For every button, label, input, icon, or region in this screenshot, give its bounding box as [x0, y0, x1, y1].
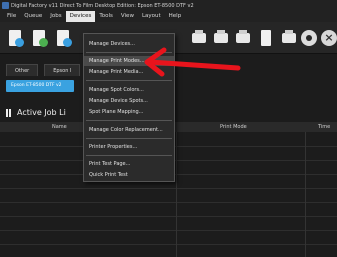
menu-item-printer-properties[interactable]: Printer Properties... [84, 142, 174, 152]
print-icon[interactable] [190, 29, 208, 47]
column-divider [305, 132, 306, 257]
column-header-name[interactable]: Name [52, 122, 67, 132]
column-divider [176, 132, 177, 257]
table-row [0, 216, 337, 217]
menu-layout[interactable]: Layout [138, 11, 165, 22]
printer-tab[interactable]: Epson ET-8500 DTF v2 [6, 80, 74, 92]
title-bar: Digital Factory v11 Direct To Film Deskt… [0, 0, 337, 11]
menu-item-manage-print-modes[interactable]: Manage Print Modes... [84, 56, 174, 66]
device-icon[interactable] [258, 29, 276, 47]
column-header-print-mode[interactable]: Print Mode [220, 122, 247, 132]
menu-help[interactable]: Help [165, 11, 186, 22]
settings-icon[interactable] [280, 29, 298, 47]
menu-separator [86, 155, 172, 156]
active-job-list-header: Active Job Li [6, 108, 66, 117]
menu-item-manage-devices[interactable]: Manage Devices... [84, 39, 174, 49]
menu-item-print-test-page[interactable]: Print Test Page... [84, 159, 174, 169]
menu-tools[interactable]: Tools [95, 11, 117, 22]
menu-jobs[interactable]: Jobs [46, 11, 65, 22]
section-title: Active Job Li [17, 108, 66, 117]
menu-separator [86, 120, 172, 121]
menu-separator [86, 138, 172, 139]
table-row [0, 202, 337, 203]
menu-view[interactable]: View [117, 11, 138, 22]
menu-item-manage-spot-colors[interactable]: Manage Spot Colors... [84, 85, 174, 95]
tab-epson[interactable]: Epson I [44, 64, 81, 76]
pause-icon[interactable] [6, 108, 11, 117]
cancel-icon[interactable]: × [320, 29, 337, 47]
menu-item-manage-print-media[interactable]: Manage Print Media... [84, 67, 174, 77]
save-icon[interactable] [212, 29, 230, 47]
settings-icon[interactable] [300, 29, 318, 47]
tab-strip: Other Epson I [0, 64, 81, 78]
menu-item-spot-plane-mapping[interactable]: Spot Plane Mapping... [84, 107, 174, 117]
devices-menu: Manage Devices... Manage Print Modes... … [83, 33, 175, 182]
window-title: Digital Factory v11 Direct To Film Deskt… [11, 2, 194, 9]
menu-devices[interactable]: Devices [65, 11, 96, 22]
tab-other[interactable]: Other [6, 64, 39, 76]
menu-bar: File Queue Jobs Devices Tools View Layou… [0, 11, 337, 22]
menu-item-manage-device-spots[interactable]: Manage Device Spots... [84, 96, 174, 106]
add-file-icon[interactable] [54, 29, 72, 47]
menu-separator [86, 52, 172, 53]
table-row [0, 188, 337, 189]
printer-icon[interactable] [234, 29, 252, 47]
app-logo-icon [2, 2, 9, 9]
menu-queue[interactable]: Queue [20, 11, 46, 22]
menu-separator [86, 80, 172, 81]
table-row [0, 230, 337, 231]
import-icon[interactable] [30, 29, 48, 47]
menu-file[interactable]: File [3, 11, 20, 22]
menu-item-quick-print-test[interactable]: Quick Print Test [84, 170, 174, 180]
menu-item-manage-color-replacement[interactable]: Manage Color Replacement... [84, 125, 174, 135]
table-row [0, 244, 337, 245]
column-header-time[interactable]: Time [318, 122, 330, 132]
new-job-icon[interactable] [6, 29, 24, 47]
